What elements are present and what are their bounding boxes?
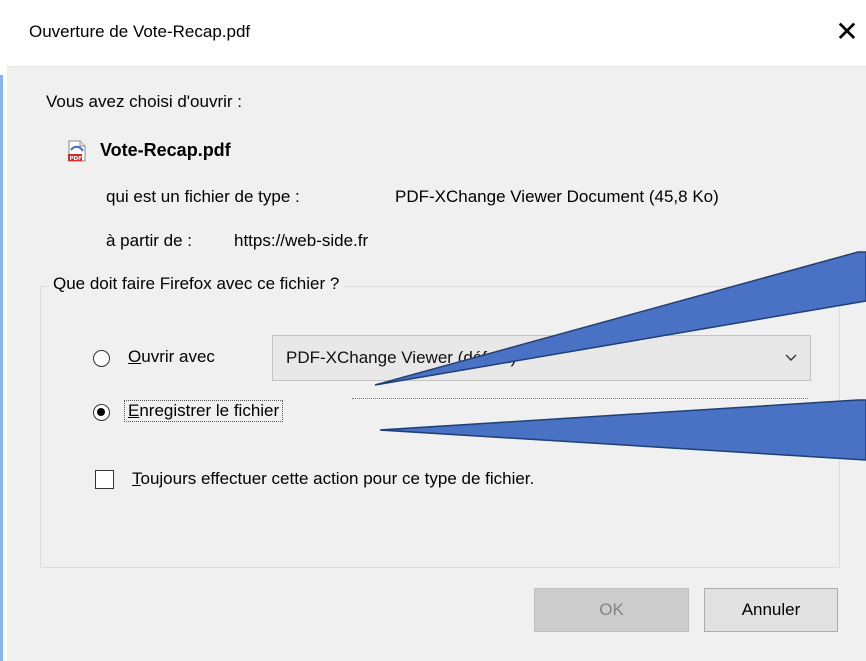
dialog-title: Ouverture de Vote-Recap.pdf bbox=[29, 22, 251, 41]
save-file-label[interactable]: Enregistrer le fichier bbox=[124, 400, 284, 422]
action-groupbox bbox=[40, 286, 840, 568]
file-open-dialog: Ouverture de Vote-Recap.pdf ✕ Vous avez … bbox=[0, 0, 866, 661]
file-name: Vote-Recap.pdf bbox=[100, 140, 231, 160]
action-group-legend: Que doit faire Firefox avec ce fichier ? bbox=[49, 274, 344, 294]
cancel-button[interactable]: Annuler bbox=[704, 588, 838, 632]
always-do-this-checkbox[interactable] bbox=[95, 470, 114, 489]
focus-rectangle-edge bbox=[352, 398, 808, 399]
file-source-url: https://web-side.fr bbox=[234, 231, 369, 250]
open-with-label[interactable]: Ouvrir avec bbox=[128, 347, 215, 367]
open-with-app-value: PDF-XChange Viewer (défaut) bbox=[286, 348, 517, 367]
pdf-file-icon: PDF bbox=[68, 140, 86, 162]
open-with-radio[interactable] bbox=[93, 350, 110, 367]
intro-text: Vous avez choisi d'ouvrir : bbox=[46, 92, 243, 111]
file-type-value: PDF-XChange Viewer Document (45,8 Ko) bbox=[395, 187, 719, 206]
background-window-edge bbox=[0, 0, 7, 661]
chevron-down-icon bbox=[785, 354, 797, 361]
open-with-accel: O bbox=[128, 347, 142, 366]
title-bar: Ouverture de Vote-Recap.pdf ✕ bbox=[7, 0, 866, 67]
open-with-app-select[interactable]: PDF-XChange Viewer (défaut) bbox=[272, 335, 811, 381]
always-accel: T bbox=[132, 469, 141, 488]
close-icon[interactable]: ✕ bbox=[832, 14, 862, 50]
save-file-radio[interactable] bbox=[93, 404, 110, 421]
ok-button[interactable]: OK bbox=[534, 588, 689, 632]
svg-text:PDF: PDF bbox=[70, 156, 83, 162]
save-file-accel: E bbox=[128, 401, 140, 420]
open-with-label-rest: uvrir avec bbox=[141, 347, 215, 366]
always-label-rest: oujours effectuer cette action pour ce t… bbox=[140, 469, 535, 488]
background-window-border bbox=[0, 75, 3, 661]
always-do-this-label[interactable]: Toujours effectuer cette action pour ce … bbox=[132, 469, 534, 489]
file-source-label: à partir de : bbox=[106, 231, 192, 250]
file-type-label: qui est un fichier de type : bbox=[106, 187, 300, 206]
save-file-label-rest: nregistrer le fichier bbox=[139, 401, 280, 420]
